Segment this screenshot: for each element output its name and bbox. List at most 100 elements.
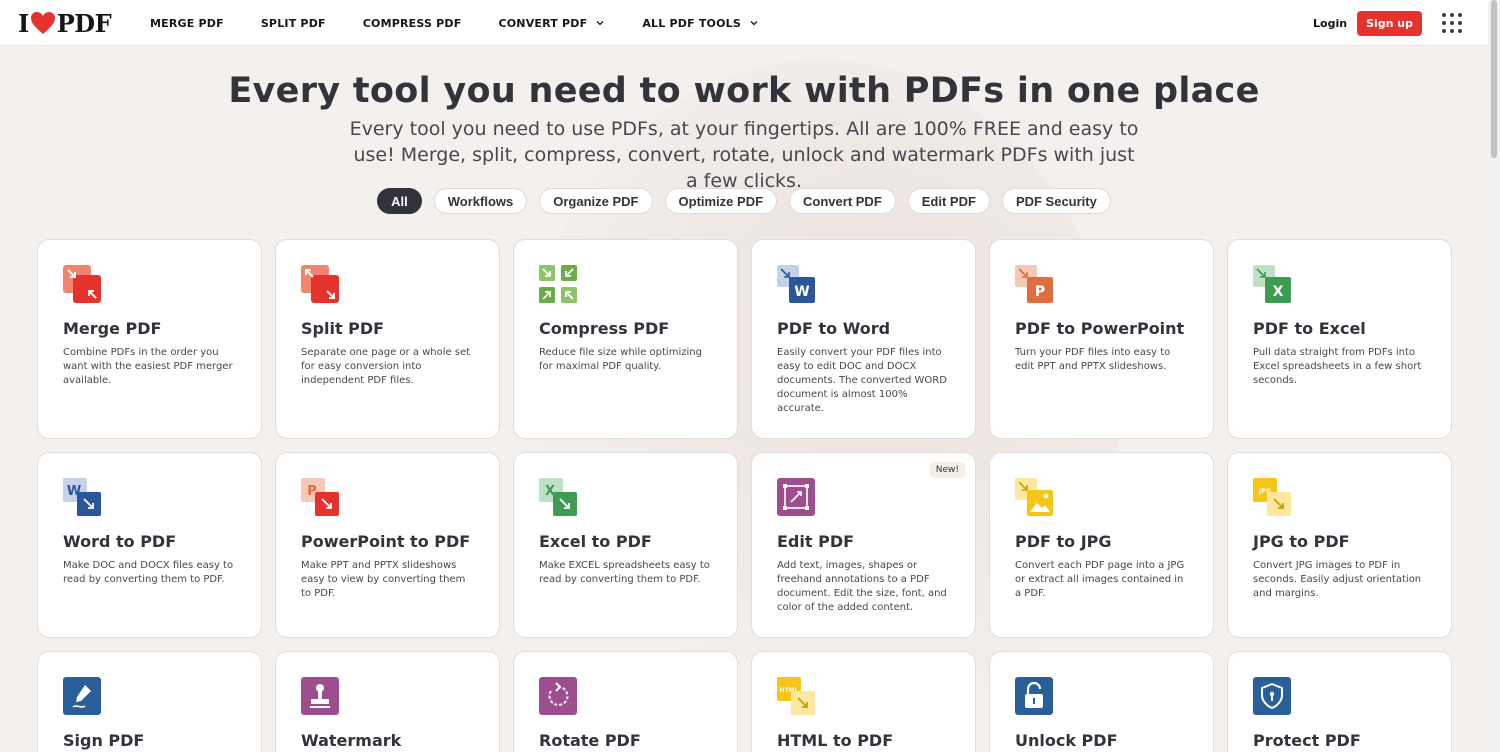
jpg-to-pdf-icon: JPG <box>1253 478 1291 516</box>
merge-icon <box>63 265 101 303</box>
hero-section: Every tool you need to work with PDFs in… <box>0 46 1488 194</box>
heart-icon <box>30 12 55 34</box>
tool-card-edit-pdf[interactable]: New! Edit PDF Add text, images, shapes o… <box>751 452 976 638</box>
tool-card-protect-pdf[interactable]: Protect PDF <box>1227 651 1452 752</box>
logo-suffix: PDF <box>56 8 112 38</box>
tool-title: PDF to JPG <box>1015 532 1112 551</box>
tool-title: Protect PDF <box>1253 731 1361 750</box>
page-scrollbar[interactable] <box>1488 0 1500 752</box>
svg-text:P: P <box>1035 284 1045 300</box>
protect-icon <box>1253 677 1291 715</box>
pdf-to-powerpoint-icon: P <box>1015 265 1053 303</box>
tool-title: JPG to PDF <box>1253 532 1350 551</box>
nav-merge-pdf[interactable]: MERGE PDF <box>150 17 224 30</box>
filter-organize-pdf[interactable]: Organize PDF <box>539 188 653 214</box>
logo-prefix: I <box>18 8 29 38</box>
tool-description: Easily convert your PDF files into easy … <box>777 347 947 414</box>
tool-description: Convert each PDF page into a JPG or extr… <box>1015 560 1185 599</box>
account-nav: Login Sign up <box>1313 0 1462 46</box>
watermark-icon <box>301 677 339 715</box>
tool-title: Sign PDF <box>63 731 145 750</box>
tool-title: Compress PDF <box>539 319 670 338</box>
main-nav: MERGE PDF SPLIT PDF COMPRESS PDF CONVERT… <box>150 0 796 46</box>
filter-workflows[interactable]: Workflows <box>433 188 528 214</box>
tool-card-compress-pdf[interactable]: Compress PDF Reduce file size while opti… <box>513 239 738 439</box>
filter-edit-pdf[interactable]: Edit PDF <box>907 188 990 214</box>
tool-description: Pull data straight from PDFs into Excel … <box>1253 347 1422 386</box>
compress-icon <box>539 265 577 303</box>
tool-title: PowerPoint to PDF <box>301 532 471 551</box>
tool-description: Separate one page or a whole set for eas… <box>301 347 471 386</box>
tool-title: PDF to Word <box>777 319 891 338</box>
tool-card-watermark[interactable]: Watermark <box>275 651 500 752</box>
tool-title: Unlock PDF <box>1015 731 1118 750</box>
tool-title: HTML to PDF <box>777 731 894 750</box>
tools-grid: Merge PDF Combine PDFs in the order you … <box>37 239 1452 752</box>
tool-description: Make PPT and PPTX slideshows easy to vie… <box>301 560 466 599</box>
split-icon <box>301 265 339 303</box>
scrollbar-thumb[interactable] <box>1491 0 1497 158</box>
tool-title: PDF to PowerPoint <box>1015 319 1185 338</box>
tool-card-jpg-to-pdf[interactable]: JPG JPG to PDF Convert JPG images to PDF… <box>1227 452 1452 638</box>
tool-description: Make DOC and DOCX files easy to read by … <box>63 560 234 585</box>
nav-all-pdf-tools[interactable]: ALL PDF TOOLS <box>642 17 759 30</box>
tool-title: Merge PDF <box>63 319 162 338</box>
ilovepdf-logo[interactable]: I PDF <box>18 8 112 38</box>
pdf-to-word-icon: W <box>777 265 815 303</box>
tool-description: Turn your PDF files into easy to edit PP… <box>1015 347 1171 372</box>
tool-card-split-pdf[interactable]: Split PDF Separate one page or a whole s… <box>275 239 500 439</box>
filter-optimize-pdf[interactable]: Optimize PDF <box>664 188 778 214</box>
sign-icon <box>63 677 101 715</box>
tool-card-pdf-to-jpg[interactable]: PDF to JPG Convert each PDF page into a … <box>989 452 1214 638</box>
tool-card-pdf-to-powerpoint[interactable]: P PDF to PowerPoint Turn your PDF files … <box>989 239 1214 439</box>
tool-title: Excel to PDF <box>539 532 652 551</box>
tool-card-merge-pdf[interactable]: Merge PDF Combine PDFs in the order you … <box>37 239 262 439</box>
pdf-to-excel-icon: X <box>1253 265 1291 303</box>
tool-title: PDF to Excel <box>1253 319 1366 338</box>
signup-button[interactable]: Sign up <box>1357 10 1422 36</box>
chevron-down-icon <box>750 21 758 26</box>
nav-split-pdf[interactable]: SPLIT PDF <box>261 17 326 30</box>
nav-compress-pdf[interactable]: COMPRESS PDF <box>363 17 462 30</box>
tool-description: Reduce file size while optimizing for ma… <box>539 347 702 372</box>
html-to-pdf-icon: HTML <box>777 677 815 715</box>
tool-card-rotate-pdf[interactable]: Rotate PDF <box>513 651 738 752</box>
tool-title: Rotate PDF <box>539 731 641 750</box>
powerpoint-to-pdf-icon: P <box>301 478 339 516</box>
pdf-to-jpg-icon <box>1015 478 1053 516</box>
tool-title: Watermark <box>301 731 402 750</box>
word-to-pdf-icon: W <box>63 478 101 516</box>
page-subtitle: Every tool you need to use PDFs, at your… <box>349 118 1139 192</box>
tool-category-filters: All Workflows Organize PDF Optimize PDF … <box>0 188 1488 214</box>
tool-description: Combine PDFs in the order you want with … <box>63 347 233 386</box>
filter-pdf-security[interactable]: PDF Security <box>1001 188 1111 214</box>
tool-card-powerpoint-to-pdf[interactable]: P PowerPoint to PDF Make PPT and PPTX sl… <box>275 452 500 638</box>
top-navigation-bar: I PDF MERGE PDF SPLIT PDF COMPRESS PDF C… <box>0 0 1488 46</box>
rotate-icon <box>539 677 577 715</box>
tool-title: Split PDF <box>301 319 385 338</box>
tool-description: Add text, images, shapes or freehand ann… <box>777 560 947 613</box>
tool-card-word-to-pdf[interactable]: W Word to PDF Make DOC and DOCX files ea… <box>37 452 262 638</box>
tool-card-sign-pdf[interactable]: Sign PDF <box>37 651 262 752</box>
login-link[interactable]: Login <box>1313 17 1347 30</box>
excel-to-pdf-icon: X <box>539 478 577 516</box>
chevron-down-icon <box>596 21 604 26</box>
filter-convert-pdf[interactable]: Convert PDF <box>789 188 896 214</box>
tool-card-pdf-to-word[interactable]: W PDF to Word Easily convert your PDF fi… <box>751 239 976 439</box>
svg-text:W: W <box>794 284 809 300</box>
edit-icon <box>777 478 815 516</box>
nav-convert-pdf[interactable]: CONVERT PDF <box>498 17 605 30</box>
filter-all[interactable]: All <box>377 188 422 214</box>
tool-card-html-to-pdf[interactable]: HTML HTML to PDF <box>751 651 976 752</box>
tool-card-pdf-to-excel[interactable]: X PDF to Excel Pull data straight from P… <box>1227 239 1452 439</box>
tool-card-excel-to-pdf[interactable]: X Excel to PDF Make EXCEL spreadsheets e… <box>513 452 738 638</box>
page-title: Every tool you need to work with PDFs in… <box>228 71 1260 111</box>
tool-description: Make EXCEL spreadsheets easy to read by … <box>539 560 710 585</box>
tool-description: Convert JPG images to PDF in seconds. Ea… <box>1253 560 1422 599</box>
new-badge: New! <box>929 462 965 478</box>
svg-text:X: X <box>1273 284 1284 300</box>
apps-grid-icon[interactable] <box>1442 13 1462 33</box>
tool-card-unlock-pdf[interactable]: Unlock PDF <box>989 651 1214 752</box>
tool-title: Word to PDF <box>63 532 177 551</box>
unlock-icon <box>1015 677 1053 715</box>
